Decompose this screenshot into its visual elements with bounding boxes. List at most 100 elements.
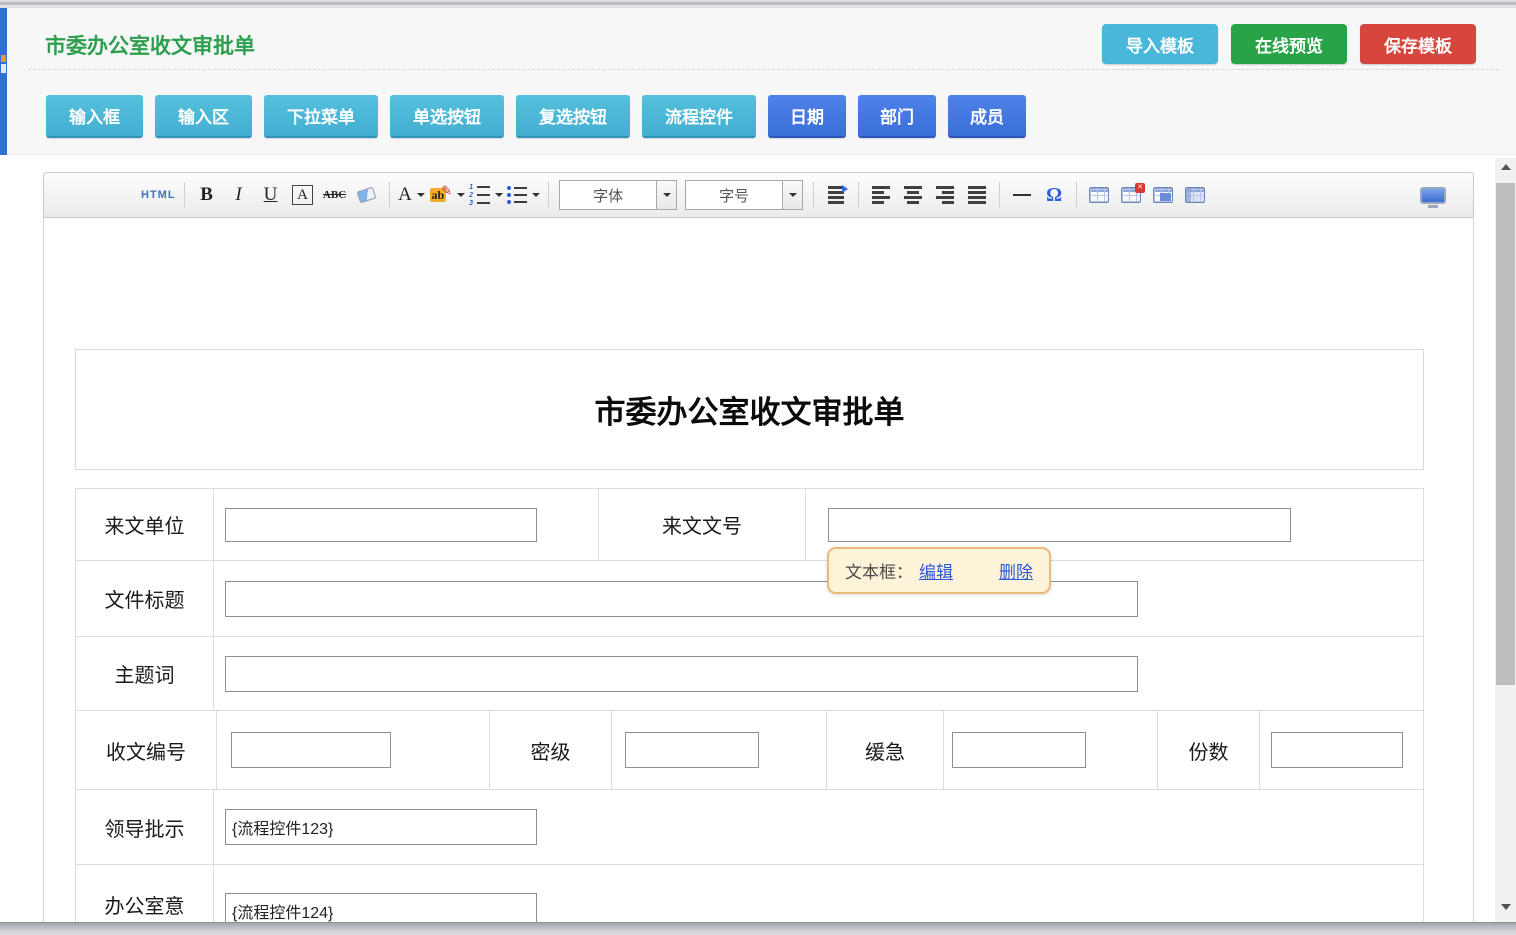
add-flow-control-button[interactable]: 流程控件	[642, 95, 756, 138]
chevron-down-icon	[417, 193, 425, 197]
scroll-down-button[interactable]	[1495, 898, 1516, 916]
chevron-down-icon	[663, 193, 671, 197]
add-checkbox-button[interactable]: 复选按钮	[516, 95, 630, 138]
scrollbar-thumb[interactable]	[1496, 183, 1515, 685]
strikethrough-button[interactable]: ABC	[321, 179, 349, 211]
label-lingdaopishi: 领导批示	[76, 790, 214, 864]
table-row: 领导批示	[76, 790, 1423, 865]
lingdaopishi-input[interactable]	[225, 809, 537, 845]
laiwenwenhao-input[interactable]	[828, 508, 1291, 542]
table-properties-button[interactable]	[1149, 179, 1177, 211]
chevron-down-icon	[789, 193, 797, 197]
miji-input[interactable]	[625, 732, 759, 768]
indent-button[interactable]	[822, 179, 850, 211]
vertical-scrollbar[interactable]	[1495, 158, 1516, 922]
select-arrow-button[interactable]	[782, 181, 802, 209]
ordered-list-button[interactable]	[469, 179, 503, 211]
toolbar-separator	[858, 182, 859, 208]
italic-button[interactable]: I	[225, 179, 253, 211]
fullscreen-preview-button[interactable]	[1419, 179, 1447, 211]
cell-miji	[612, 711, 827, 789]
triangle-up-icon	[1501, 164, 1511, 170]
chevron-down-icon	[495, 193, 503, 197]
table-cells-icon	[1185, 187, 1205, 203]
unordered-list-button[interactable]	[507, 179, 540, 211]
font-size-value: 字号	[686, 185, 782, 206]
add-department-button[interactable]: 部门	[858, 95, 936, 138]
form-table: 来文单位 来文文号 文件标题 主题词 收文编号 密级 缓急	[75, 488, 1424, 935]
cell-shouwenbianhao	[217, 711, 490, 789]
character-border-button[interactable]: A	[289, 179, 317, 211]
laiwendanwei-input[interactable]	[225, 508, 537, 542]
toolbar-separator	[813, 182, 814, 208]
template-actions: 导入模板 在线预览 保存模板	[1102, 24, 1476, 64]
label-miji: 密级	[490, 711, 612, 789]
huanji-input[interactable]	[952, 732, 1086, 768]
save-template-button[interactable]: 保存模板	[1360, 24, 1476, 64]
html-source-icon: HTML	[141, 189, 176, 201]
edit-widget-link[interactable]: 编辑	[919, 558, 953, 583]
omega-icon: Ω	[1046, 184, 1062, 207]
header: 市委办公室收文审批单 导入模板 在线预览 保存模板 输入框 输入区 下拉菜单 单…	[7, 8, 1516, 155]
label-fenshu: 份数	[1158, 711, 1260, 789]
toolbar-separator	[548, 182, 549, 208]
fenshu-input[interactable]	[1271, 732, 1403, 768]
scroll-up-button[interactable]	[1495, 158, 1516, 176]
add-textarea-button[interactable]: 输入区	[155, 95, 252, 138]
insert-table-button[interactable]	[1085, 179, 1113, 211]
underline-button[interactable]: U	[257, 179, 285, 211]
table-cells-button[interactable]	[1181, 179, 1209, 211]
delete-table-button[interactable]	[1117, 179, 1145, 211]
add-radio-button[interactable]: 单选按钮	[390, 95, 504, 138]
chevron-down-icon	[532, 193, 540, 197]
zhutici-input[interactable]	[225, 656, 1138, 692]
cell-fenshu	[1260, 711, 1416, 789]
font-color-icon: A	[398, 184, 412, 206]
editor-toolbar: HTML B I U A ABC A ab✎ 字体 字号 Ω	[43, 172, 1474, 218]
add-input-box-button[interactable]: 输入框	[46, 95, 143, 138]
horizontal-rule-button[interactable]	[1008, 179, 1036, 211]
label-wenjianbiaoti: 文件标题	[76, 561, 214, 636]
add-date-button[interactable]: 日期	[768, 95, 846, 138]
add-member-button[interactable]: 成员	[948, 95, 1026, 138]
background-window-strip	[0, 0, 7, 155]
label-laiwendanwei: 来文单位	[76, 489, 214, 560]
align-left-button[interactable]	[867, 179, 895, 211]
table-properties-icon	[1153, 187, 1173, 203]
bold-button[interactable]: B	[193, 179, 221, 211]
align-center-button[interactable]	[899, 179, 927, 211]
online-preview-button[interactable]: 在线预览	[1231, 24, 1347, 64]
align-right-button[interactable]	[931, 179, 959, 211]
label-laiwenwenhao: 来文文号	[599, 489, 806, 560]
font-color-button[interactable]: A	[398, 179, 426, 211]
form-title-cell[interactable]: 市委办公室收文审批单	[75, 349, 1424, 470]
align-center-icon	[904, 186, 922, 204]
widget-buttons-row: 输入框 输入区 下拉菜单 单选按钮 复选按钮 流程控件 日期 部门 成员	[46, 95, 1026, 138]
select-arrow-button[interactable]	[656, 181, 676, 209]
toolbar-separator	[999, 182, 1000, 208]
html-source-button[interactable]: HTML	[141, 179, 176, 211]
font-family-select[interactable]: 字体	[559, 180, 677, 210]
font-size-select[interactable]: 字号	[685, 180, 803, 210]
add-dropdown-button[interactable]: 下拉菜单	[264, 95, 378, 138]
special-character-button[interactable]: Ω	[1040, 179, 1068, 211]
cell-lingdaopishi	[214, 790, 1423, 864]
shouwenbianhao-input[interactable]	[231, 732, 391, 768]
cell-huanji	[944, 711, 1158, 789]
remove-format-button[interactable]	[353, 179, 381, 211]
align-right-icon	[936, 186, 954, 204]
align-justify-icon	[968, 186, 986, 204]
unordered-list-icon	[507, 186, 527, 204]
highlight-color-button[interactable]: ab✎	[430, 179, 466, 211]
table-row: 来文单位 来文文号	[76, 489, 1423, 561]
background-window-artifact	[1, 55, 6, 62]
import-template-button[interactable]: 导入模板	[1102, 24, 1218, 64]
window-top-edge	[0, 0, 1516, 8]
background-window-artifact	[1, 64, 6, 73]
cell-zhutici	[214, 637, 1423, 710]
horizontal-rule-icon	[1013, 194, 1031, 196]
align-justify-button[interactable]	[963, 179, 991, 211]
eraser-icon	[357, 187, 377, 204]
ordered-list-icon	[469, 185, 490, 206]
delete-widget-link[interactable]: 删除	[999, 558, 1033, 583]
